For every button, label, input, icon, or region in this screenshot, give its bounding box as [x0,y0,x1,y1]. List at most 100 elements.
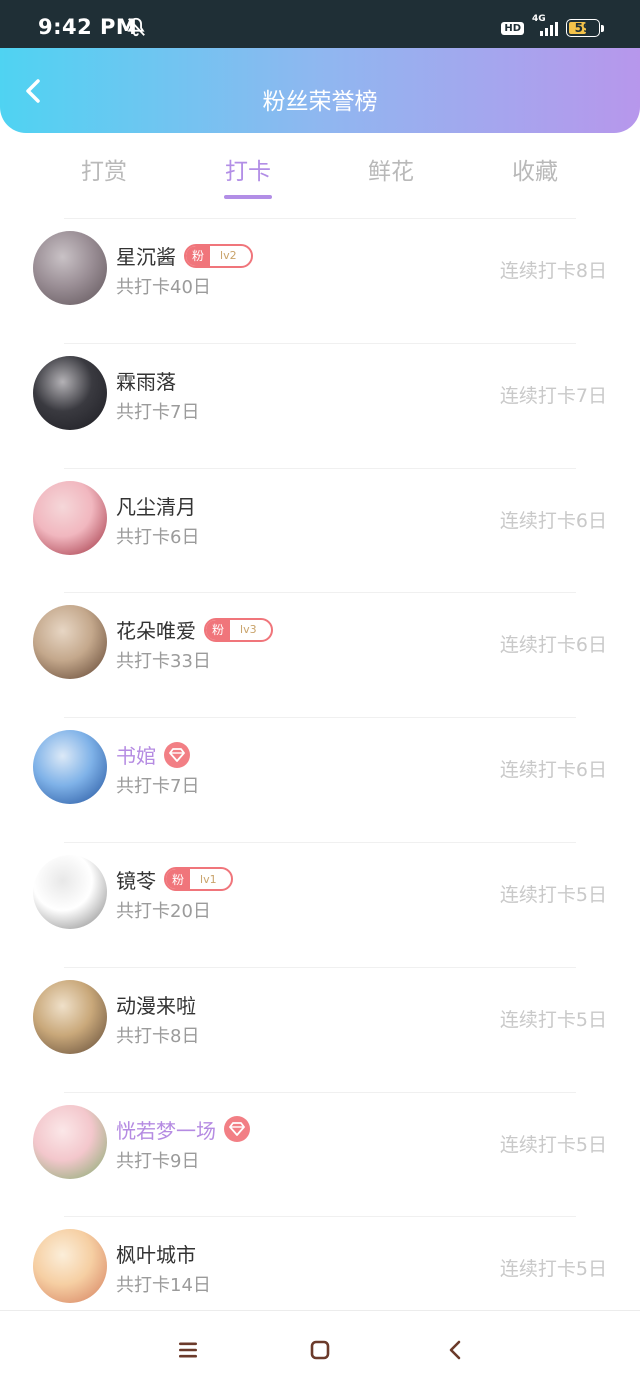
fan-name: 凡尘清月 [116,494,196,519]
row-divider [64,841,576,843]
streak-checkins: 连续打卡6日 [499,759,607,782]
status-bar: 9:42 PM HD 4G 59 [0,0,640,48]
fan-row[interactable]: 霖雨落 共打卡7日 连续打卡7日 [0,342,640,468]
total-checkins: 共打卡33日 [116,651,211,673]
name-line: 恍若梦一场 [116,1115,250,1144]
diamond-icon [164,741,190,768]
back-chevron-icon [449,1340,461,1360]
fan-name: 花朵唯爱 [116,619,196,644]
fan-row[interactable]: 书婠 共打卡7日 连续打卡6日 [0,717,640,842]
fan-name: 恍若梦一场 [116,1118,216,1143]
total-checkins: 共打卡20日 [116,900,211,922]
total-checkins: 共打卡14日 [116,1275,211,1297]
fan-row[interactable]: 凡尘清月 共打卡6日 连续打卡6日 [0,467,640,593]
name-line: 枫叶城市 [116,1239,196,1268]
system-back-button[interactable] [442,1337,468,1363]
name-line: 动漫来啦 [116,990,196,1019]
name-line: 书婠 [116,740,190,769]
name-line: 凡尘清月 [116,491,196,520]
menu-icon [179,1342,197,1358]
fan-list: 星沉酱 粉 lv2 共打卡40日 连续打卡8日 霖雨落 共打卡7日 连续打卡7日… [0,218,640,1341]
fan-level-badge: 粉 lv2 [184,243,253,268]
tab-favorites[interactable]: 收藏 [480,152,590,186]
hd-badge: HD [501,21,524,35]
avatar[interactable] [33,979,107,1054]
streak-checkins: 连续打卡6日 [499,509,607,532]
row-divider [64,1091,576,1093]
bell-off-icon [127,17,145,37]
avatar[interactable] [33,730,107,805]
streak-checkins: 连续打卡5日 [499,883,607,906]
fan-name: 枫叶城市 [116,1243,196,1268]
total-checkins: 共打卡7日 [116,401,200,423]
fan-row[interactable]: 动漫来啦 共打卡8日 连续打卡5日 [0,966,640,1092]
tab-label: 鲜花 [368,159,414,185]
battery-level: 59 [574,21,592,35]
avatar[interactable] [33,231,107,305]
tab-checkin[interactable]: 打卡 [193,152,303,199]
row-divider [64,342,576,344]
row-divider [64,717,576,719]
name-line: 镜苓 粉 lv1 [116,865,233,894]
tab-label: 收藏 [512,159,558,185]
row-divider [64,1216,576,1218]
fan-badge-prefix: 粉 [166,869,191,890]
name-line: 花朵唯爱 粉 lv3 [116,615,273,644]
streak-checkins: 连续打卡8日 [499,260,607,282]
fan-name: 动漫来啦 [116,993,196,1018]
tab-reward[interactable]: 打赏 [49,152,159,186]
total-checkins: 共打卡40日 [116,277,211,298]
avatar[interactable] [33,1229,107,1304]
tab-label: 打卡 [225,159,271,185]
total-checkins: 共打卡9日 [116,1150,200,1172]
fan-name: 霖雨落 [116,369,176,394]
fan-name: 书婠 [116,744,156,769]
fan-name: 镜苓 [116,868,156,893]
row-divider [64,966,576,968]
fan-row[interactable]: 镜苓 粉 lv1 共打卡20日 连续打卡5日 [0,841,640,967]
row-divider [64,592,576,594]
tab-label: 打赏 [81,159,127,185]
page-title: 粉丝荣誉榜 [262,89,378,115]
streak-checkins: 连续打卡7日 [499,384,607,407]
avatar[interactable] [33,605,107,680]
system-nav-bar [0,1310,640,1387]
streak-checkins: 连续打卡5日 [499,1258,607,1281]
signal-icon: 4G [532,14,558,38]
name-line: 霖雨落 [116,366,176,395]
row-divider [64,218,576,219]
fan-row[interactable]: 星沉酱 粉 lv2 共打卡40日 连续打卡8日 [0,218,640,343]
streak-checkins: 连续打卡5日 [499,1008,607,1031]
name-line: 星沉酱 粉 lv2 [116,241,253,270]
tab-indicator [224,195,272,199]
fan-badge-level: lv3 [240,623,257,637]
total-checkins: 共打卡8日 [116,1025,200,1047]
fan-badge-level: lv1 [200,872,217,886]
fan-badge-prefix: 粉 [186,245,211,266]
fan-name: 星沉酱 [116,245,176,269]
fan-row[interactable]: 花朵唯爱 粉 lv3 共打卡33日 连续打卡6日 [0,592,640,717]
diamond-icon [224,1116,250,1143]
fan-row[interactable]: 恍若梦一场 共打卡9日 连续打卡5日 [0,1091,640,1217]
tab-bar: 打赏 打卡 鲜花 收藏 [0,140,640,205]
status-indicators: HD 4G 59 [501,14,604,39]
total-checkins: 共打卡6日 [116,526,200,548]
avatar[interactable] [33,1104,107,1179]
row-divider [64,467,576,469]
fan-level-badge: 粉 lv3 [204,617,273,642]
battery-icon: 59 [566,19,604,37]
streak-checkins: 连续打卡5日 [499,1133,607,1156]
home-square-icon [310,1340,330,1360]
avatar[interactable] [33,355,107,430]
fan-level-badge: 粉 lv1 [164,867,233,892]
fan-badge-prefix: 粉 [206,619,231,640]
home-button[interactable] [307,1337,333,1363]
menu-button[interactable] [175,1337,201,1363]
header: 粉丝荣誉榜 [0,48,640,133]
avatar[interactable] [33,854,107,929]
status-time: 9:42 PM [38,15,138,39]
avatar[interactable] [33,480,107,555]
streak-checkins: 连续打卡6日 [499,634,607,657]
total-checkins: 共打卡7日 [116,776,200,798]
tab-flowers[interactable]: 鲜花 [336,152,446,186]
